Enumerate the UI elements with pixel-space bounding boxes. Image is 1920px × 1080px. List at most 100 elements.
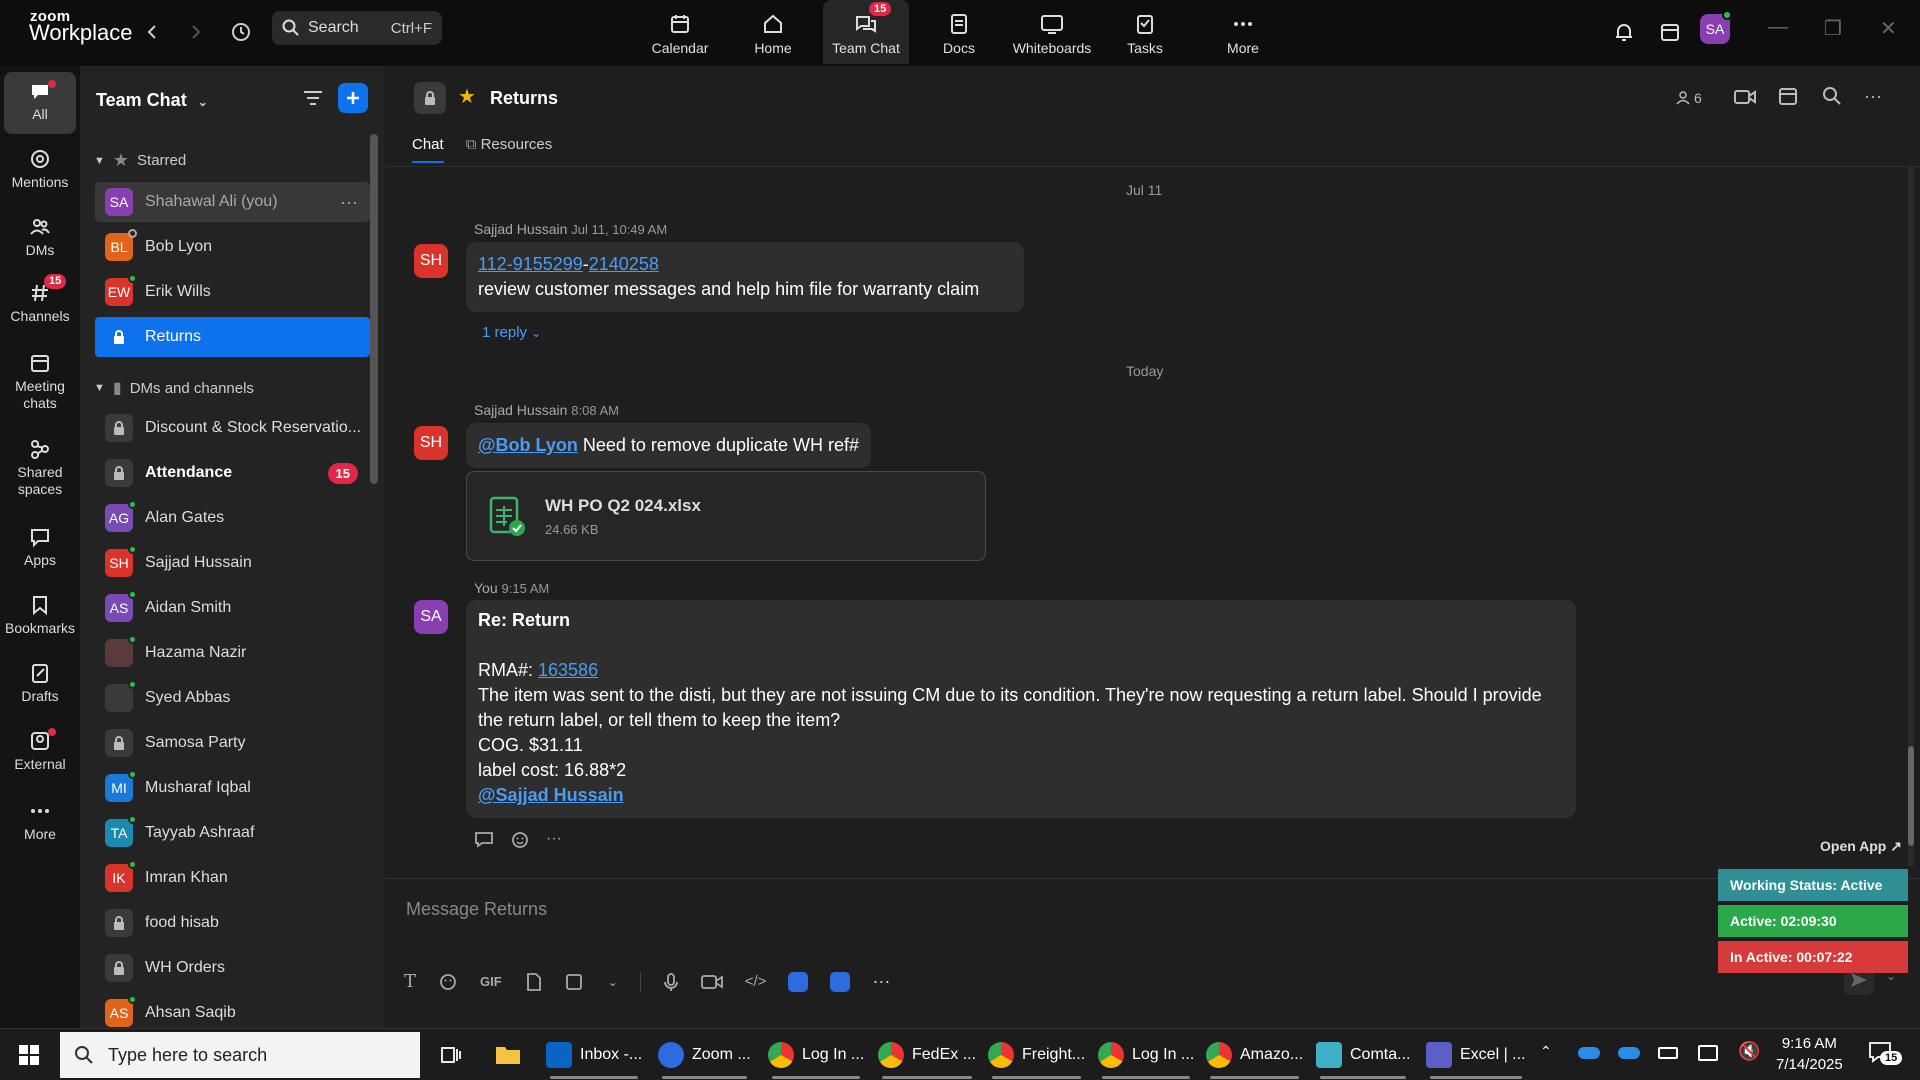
chat-row[interactable]: SH Sajjad Hussain	[95, 543, 370, 583]
chat-row[interactable]: Samosa Party	[95, 723, 370, 763]
text-format-icon[interactable]: T	[404, 971, 416, 992]
back-arrow-icon[interactable]	[136, 16, 168, 48]
app-icon[interactable]	[830, 971, 851, 992]
new-chat-button[interactable]	[338, 83, 368, 113]
more-dots-icon[interactable]: ···	[872, 971, 890, 992]
chat-row[interactable]: Syed Abbas	[95, 678, 370, 718]
replies-link[interactable]: 1 reply ⌄	[482, 324, 541, 341]
rail-apps[interactable]: Apps	[4, 526, 76, 569]
panel-title[interactable]: Team Chat ⌄	[96, 90, 208, 111]
star-icon[interactable]: ★	[458, 84, 476, 109]
dms-section-header[interactable]: ▼ ▮ DMs and channels	[94, 378, 254, 398]
tab-resources[interactable]: ⧉ Resources	[466, 136, 553, 163]
rma-link[interactable]: 163586	[538, 660, 598, 680]
nav-docs[interactable]: Docs	[916, 0, 1002, 64]
chat-row[interactable]: MI Musharaf Iqbal	[95, 768, 370, 808]
rail-bookmarks[interactable]: Bookmarks	[4, 594, 76, 637]
rail-meeting-chats[interactable]: Meeting chats	[4, 352, 76, 412]
file-explorer-icon[interactable]	[494, 1043, 522, 1067]
taskbar-app-chrome-amazon[interactable]: Amazo...	[1206, 1035, 1303, 1079]
taskbar-clock[interactable]: 9:16 AM 7/14/2025	[1776, 1033, 1843, 1075]
nav-tasks[interactable]: Tasks	[1102, 0, 1188, 64]
screenshot-icon[interactable]	[564, 972, 586, 992]
avatar[interactable]: SH	[414, 426, 448, 460]
chat-row[interactable]: AG Alan Gates	[95, 498, 370, 538]
rail-drafts[interactable]: Drafts	[4, 662, 76, 705]
chat-row-erik-wills[interactable]: EW Erik Wills	[95, 272, 370, 312]
avatar[interactable]: SH	[414, 244, 448, 278]
forward-arrow-icon[interactable]	[180, 16, 212, 48]
nav-calendar[interactable]: Calendar	[637, 0, 723, 64]
search-icon[interactable]	[1822, 86, 1842, 106]
taskbar-app-outlook[interactable]: Inbox -...	[546, 1035, 642, 1079]
starred-section-header[interactable]: ▼ ★ Starred	[94, 150, 186, 171]
gif-button[interactable]: GIF	[480, 974, 502, 989]
chat-row[interactable]: Hazama Nazir	[95, 633, 370, 673]
mention-link[interactable]: @Sajjad Hussain	[478, 783, 1564, 808]
global-search-box[interactable]: Search Ctrl+F	[272, 11, 442, 45]
taskbar-app-teams-excel[interactable]: Excel | ...	[1426, 1035, 1526, 1079]
taskbar-app-zoom[interactable]: Zoom ...	[658, 1035, 751, 1079]
attach-file-icon[interactable]	[524, 972, 542, 992]
calendar-day-icon[interactable]	[1654, 16, 1686, 48]
close-icon[interactable]: ✕	[1880, 16, 1897, 41]
emoji-icon[interactable]	[438, 972, 458, 992]
chat-scroll-thumb[interactable]	[1908, 746, 1914, 846]
code-icon[interactable]: </>	[745, 973, 767, 990]
chat-scroll-track[interactable]	[1908, 166, 1914, 866]
file-attachment[interactable]: WH PO Q2 024.xlsx 24.66 KB	[466, 471, 986, 561]
chat-row-shahawal-ali[interactable]: SA Shahawal Ali (you) ···	[95, 182, 370, 222]
chat-row[interactable]: AS Ahsan Saqib	[95, 993, 370, 1033]
rail-more[interactable]: More	[4, 800, 76, 843]
chat-row[interactable]: Discount & Stock Reservatio...	[95, 408, 370, 448]
schedule-icon[interactable]	[1778, 86, 1798, 106]
rail-external[interactable]: External	[4, 728, 76, 773]
mention-link[interactable]: @Bob Lyon	[478, 435, 578, 455]
message-input[interactable]: Message Returns	[406, 899, 547, 920]
video-icon[interactable]	[1734, 88, 1756, 106]
taskbar-app-chrome-login-2[interactable]: Log In ...	[1098, 1035, 1194, 1079]
tray-expand-icon[interactable]: ⌃	[1540, 1043, 1552, 1060]
chat-row[interactable]: TA Tayyab Ashraaf	[95, 813, 370, 853]
rail-all[interactable]: All	[4, 72, 76, 134]
nav-home[interactable]: Home	[730, 0, 816, 64]
members-button[interactable]: 6	[1676, 90, 1702, 106]
taskbar-app-chrome-fedex[interactable]: FedEx ...	[878, 1035, 976, 1079]
filter-icon[interactable]	[302, 88, 324, 108]
rail-channels[interactable]: Channels 15	[4, 274, 76, 325]
channel-title[interactable]: Returns	[490, 88, 558, 109]
panel-scrollbar[interactable]	[370, 134, 378, 484]
avatar[interactable]: SA	[414, 600, 448, 634]
tab-chat[interactable]: Chat	[412, 136, 444, 163]
chevron-down-icon[interactable]: ⌄	[608, 975, 618, 989]
chat-row[interactable]: AS Aidan Smith	[95, 588, 370, 628]
bell-icon[interactable]	[1608, 16, 1640, 48]
sender-name[interactable]: Sajjad Hussain	[474, 221, 567, 237]
taskbar-search[interactable]: Type here to search	[60, 1032, 420, 1078]
chat-row-returns[interactable]: Returns	[95, 317, 370, 357]
order-link[interactable]: 2140258	[589, 254, 659, 274]
video-message-icon[interactable]	[700, 973, 723, 991]
open-app-link[interactable]: Open App ↗	[1820, 838, 1902, 855]
taskbar-app-chrome-login[interactable]: Log In ...	[768, 1035, 864, 1079]
volume-muted-icon[interactable]: 🔇	[1738, 1041, 1760, 1062]
order-link[interactable]: 112-9155299	[478, 254, 583, 274]
more-dots-icon[interactable]: ···	[1864, 86, 1882, 107]
sender-name[interactable]: Sajjad Hussain	[474, 402, 567, 418]
nav-whiteboards[interactable]: Whiteboards	[1009, 0, 1095, 64]
task-view-icon[interactable]	[440, 1045, 462, 1065]
chat-row[interactable]: WH Orders	[95, 948, 370, 988]
microphone-icon[interactable]	[663, 972, 679, 992]
nav-more[interactable]: More	[1200, 0, 1286, 64]
network-icon[interactable]	[1698, 1045, 1718, 1061]
more-dots-icon[interactable]: ···	[340, 192, 358, 213]
notification-center-icon[interactable]: 15	[1868, 1041, 1903, 1065]
taskbar-app-chrome-freight[interactable]: Freight...	[988, 1035, 1085, 1079]
history-icon[interactable]	[225, 16, 257, 48]
app-icon[interactable]	[788, 971, 809, 992]
minimize-icon[interactable]: —	[1768, 16, 1788, 39]
chat-row-bob-lyon[interactable]: BL Bob Lyon	[95, 227, 370, 267]
onedrive-icon[interactable]	[1578, 1047, 1600, 1059]
windows-start-icon[interactable]	[18, 1044, 40, 1066]
nav-team-chat[interactable]: Team Chat 15	[823, 0, 909, 64]
